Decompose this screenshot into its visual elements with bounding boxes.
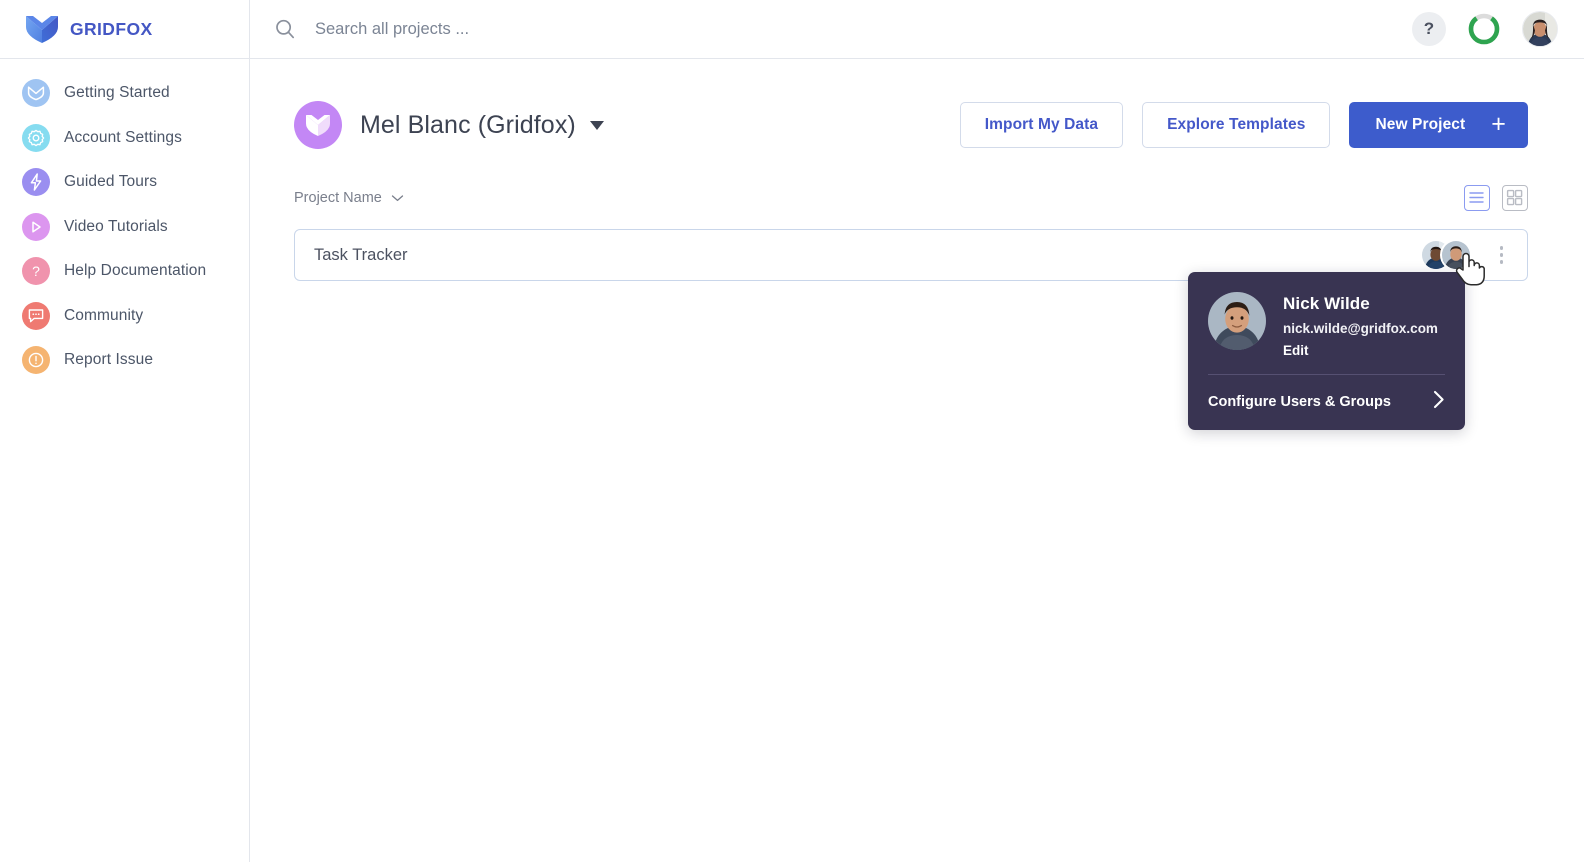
sidebar-item-video-tutorials[interactable]: Video Tutorials [0,205,249,250]
avatar[interactable] [1522,11,1558,47]
member-avatar-2[interactable] [1439,239,1472,271]
sort-by-label: Project Name [294,190,382,206]
topbar-actions: ? [1412,11,1558,47]
chevron-right-icon [1433,390,1445,414]
search-bar[interactable] [274,18,1412,40]
project-row-actions [1419,239,1510,271]
brand-name: GRIDFOX [70,18,153,39]
sidebar-item-label: Report Issue [64,351,154,369]
list-controls: Project Name [294,185,1528,211]
sidebar-item-report-issue[interactable]: Report Issue [0,338,249,383]
project-header: Mel Blanc (Gridfox) Import My Data Explo… [294,101,1528,149]
member-avatar-stack [1419,239,1472,271]
play-icon [22,212,50,241]
sidebar-item-getting-started[interactable]: Getting Started [0,71,249,116]
new-project-button[interactable]: New Project + [1349,102,1528,148]
project-name: Task Tracker [314,245,408,264]
list-view-icon[interactable] [1464,185,1490,211]
grid-view-icon[interactable] [1502,185,1528,211]
help-button[interactable]: ? [1412,12,1446,46]
sidebar-item-label: Help Documentation [64,262,207,280]
popover-user-email: nick.wilde@gridfox.com [1283,321,1438,336]
header-actions: Import My Data Explore Templates New Pro… [959,102,1528,148]
lightning-icon [22,168,50,197]
chevron-down-icon [391,189,404,207]
popover-user-name: Nick Wilde [1283,294,1370,313]
content-area: Mel Blanc (Gridfox) Import My Data Explo… [250,59,1584,281]
search-icon [274,18,296,40]
page-title: Mel Blanc (Gridfox) [360,110,576,139]
popover-divider [1208,374,1445,375]
caret-down-icon[interactable] [589,120,604,130]
app-root: GRIDFOX Getting Started Account Settings… [0,0,1584,862]
sidebar-item-label: Community [64,306,144,324]
sidebar-nav: Getting Started Account Settings Guided … [0,59,249,383]
configure-users-groups-link[interactable]: Configure Users & Groups [1208,390,1445,414]
fox-logo-icon [25,14,59,44]
main-area: ? [250,0,1584,862]
chat-icon [22,301,50,330]
sidebar: GRIDFOX Getting Started Account Settings… [0,0,250,862]
view-toggle-group [1464,185,1528,211]
progress-ring-icon[interactable] [1466,11,1502,47]
sidebar-item-community[interactable]: Community [0,294,249,339]
question-icon: ? [22,257,50,286]
sort-by-control[interactable]: Project Name [294,189,404,207]
top-bar: ? [250,0,1584,59]
popover-user-info: Nick Wilde nick.wilde@gridfox.com Edit [1283,292,1438,358]
sidebar-item-label: Getting Started [64,84,170,102]
sidebar-item-guided-tours[interactable]: Guided Tours [0,160,249,205]
import-my-data-button[interactable]: Import My Data [959,102,1124,148]
new-project-label: New Project [1375,116,1466,133]
nick-wilde-avatar [1208,292,1266,350]
gear-icon [22,123,50,152]
popover-user-block: Nick Wilde nick.wilde@gridfox.com Edit [1208,292,1445,358]
explore-templates-button[interactable]: Explore Templates [1142,102,1331,148]
fox-avatar-icon [294,101,342,149]
search-input[interactable] [313,18,913,40]
warning-icon [22,346,50,375]
kebab-menu-icon[interactable] [1494,242,1510,268]
sidebar-item-label: Video Tutorials [64,217,168,235]
edit-link[interactable]: Edit [1283,343,1438,358]
sidebar-item-account-settings[interactable]: Account Settings [0,116,249,161]
configure-label: Configure Users & Groups [1208,394,1391,410]
svg-text:?: ? [32,263,40,279]
sidebar-item-help-documentation[interactable]: ? Help Documentation [0,249,249,294]
project-title-group[interactable]: Mel Blanc (Gridfox) [294,101,604,149]
fox-icon [22,79,50,108]
sidebar-item-label: Account Settings [64,128,182,146]
plus-icon: + [1491,109,1506,138]
user-popover: Nick Wilde nick.wilde@gridfox.com Edit C… [1188,272,1465,430]
brand-logo[interactable]: GRIDFOX [0,0,249,59]
sidebar-item-label: Guided Tours [64,173,158,191]
